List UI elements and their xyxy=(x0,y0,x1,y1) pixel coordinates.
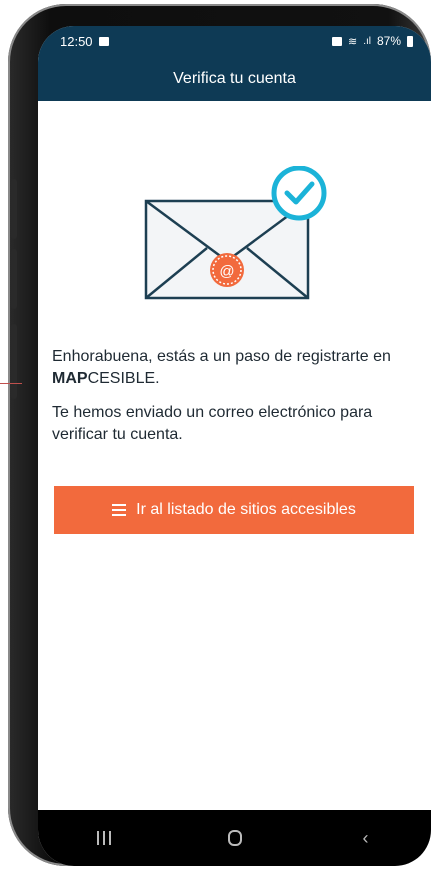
back-button[interactable]: ‹ xyxy=(336,818,396,858)
app-bar: Verifica tu cuenta xyxy=(38,56,431,101)
battery-icon xyxy=(407,35,413,47)
phone-frame: 12:50 ≋ .ıl 87% Verifica tu cuenta @ Enh… xyxy=(8,4,431,866)
status-time: 12:50 xyxy=(60,33,93,49)
annotation-line xyxy=(0,383,22,384)
recents-button[interactable] xyxy=(74,818,134,858)
screen: 12:50 ≋ .ıl 87% Verifica tu cuenta @ Enh… xyxy=(38,26,431,866)
page-title: Verifica tu cuenta xyxy=(173,69,296,87)
brand-name-bold: MAP xyxy=(52,370,88,387)
android-nav-bar: ‹ xyxy=(38,810,431,866)
list-icon xyxy=(112,504,127,516)
email-verification-illustration: @ xyxy=(144,166,327,300)
status-bar: 12:50 ≋ .ıl 87% xyxy=(38,26,431,56)
alarm-icon xyxy=(331,36,342,46)
at-symbol: @ xyxy=(219,263,234,280)
go-to-accessible-sites-button[interactable]: Ir al listado de sitios accesibles xyxy=(54,486,414,534)
volume-down-button xyxy=(11,249,17,309)
email-sent-text: Te hemos enviado un correo electrónico p… xyxy=(52,404,373,443)
home-icon xyxy=(227,830,242,846)
check-circle-icon xyxy=(271,166,327,221)
power-button xyxy=(11,324,17,399)
at-seal-icon: @ xyxy=(210,253,244,287)
back-icon: ‹ xyxy=(362,827,369,848)
wifi-icon: ≋ xyxy=(347,35,358,48)
signal-icon: .ıl xyxy=(363,35,371,47)
recents-icon xyxy=(96,831,111,845)
button-label: Ir al listado de sitios accesibles xyxy=(136,501,356,518)
home-button[interactable] xyxy=(205,818,265,858)
brand-name-rest: CESIBLE. xyxy=(87,370,160,387)
volume-up-button xyxy=(11,179,17,239)
battery-percent: 87% xyxy=(376,34,401,48)
congrats-text: Enhorabuena, estás a un paso de registra… xyxy=(52,348,391,387)
verification-message: Enhorabuena, estás a un paso de registra… xyxy=(52,346,422,458)
gallery-notification-icon xyxy=(98,36,109,46)
